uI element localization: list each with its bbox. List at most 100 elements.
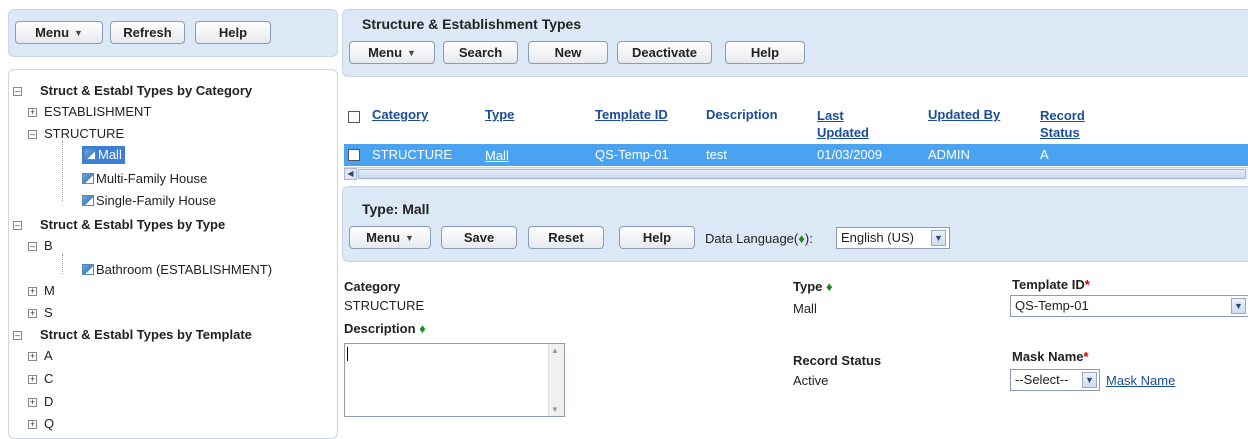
scroll-left-icon[interactable]: ◀ [344, 168, 357, 180]
record-status-value: Active [793, 373, 829, 388]
collapse-icon[interactable]: – [13, 87, 22, 96]
edit-icon [82, 195, 94, 206]
record-status-label: Record Status [793, 353, 882, 368]
chevron-down-icon: ▼ [1231, 298, 1246, 314]
template-id-select[interactable]: QS-Temp-01 ▼ [1010, 295, 1248, 317]
collapse-icon[interactable]: – [13, 331, 22, 340]
detail-toolbar-panel: Type: Mall Menu ▼ Save Reset Help Data La… [342, 186, 1248, 262]
tree-connector [62, 254, 63, 274]
required-asterisk-icon: * [1083, 349, 1089, 364]
scrollbar-thumb[interactable] [358, 169, 1246, 179]
expand-icon[interactable]: + [28, 420, 37, 429]
tree-item-single-family[interactable]: Single-Family House [82, 193, 216, 208]
left-toolbar-panel: Menu ▼ Refresh Help [8, 9, 338, 57]
refresh-button[interactable]: Refresh [110, 21, 185, 44]
scroll-down-icon[interactable]: ▼ [551, 405, 559, 414]
cell-category: STRUCTURE [372, 147, 453, 162]
textarea-scrollbar[interactable]: ▲ ▼ [548, 344, 564, 416]
tree-item-mall-selected[interactable]: Mall [82, 146, 125, 164]
col-header-updated-by[interactable]: Updated By [928, 107, 1000, 122]
col-header-category[interactable]: Category [372, 107, 428, 122]
description-label: Description ♦ [344, 321, 426, 336]
expand-icon[interactable]: + [28, 309, 37, 318]
chevron-down-icon: ▼ [405, 232, 414, 243]
tree-connector [62, 141, 63, 201]
edit-icon [84, 149, 96, 160]
mask-name-link[interactable]: Mask Name [1106, 373, 1175, 388]
save-button[interactable]: Save [441, 226, 517, 249]
required-asterisk-icon: * [1084, 277, 1090, 292]
tree-item-d[interactable]: D [44, 394, 53, 409]
text-cursor [347, 347, 348, 361]
chevron-down-icon: ▼ [74, 27, 83, 38]
search-button[interactable]: Search [443, 41, 518, 64]
cell-record-status: A [1040, 147, 1049, 162]
detail-menu-button[interactable]: Menu ▼ [349, 226, 431, 249]
required-diamond-icon: ♦ [419, 321, 426, 336]
cell-updated-by: ADMIN [928, 147, 970, 162]
description-textarea[interactable]: ▲ ▼ [344, 343, 565, 417]
chevron-down-icon: ▼ [1082, 372, 1097, 388]
col-header-record-status[interactable]: Record Status [1040, 107, 1085, 141]
list-panel-title: Structure & Establishment Types [362, 16, 582, 32]
edit-icon [82, 173, 94, 184]
category-label: Category [344, 279, 401, 294]
table-row[interactable]: STRUCTURE Mall QS-Temp-01 test 01/03/200… [344, 144, 1248, 166]
type-label: Type ♦ [793, 279, 833, 294]
col-header-description[interactable]: Description [706, 107, 778, 122]
cell-last-updated: 01/03/2009 [817, 147, 883, 162]
new-button[interactable]: New [528, 41, 608, 64]
type-value: Mall [793, 301, 817, 316]
chevron-down-icon: ▼ [407, 47, 416, 58]
tree-item-bathroom[interactable]: Bathroom (ESTABLISHMENT) [82, 262, 272, 277]
required-diamond-icon: ♦ [826, 279, 833, 294]
tree-item-establishment[interactable]: ESTABLISHMENT [44, 104, 151, 119]
deactivate-button[interactable]: Deactivate [617, 41, 712, 64]
help-button[interactable]: Help [195, 21, 271, 44]
col-header-last-updated[interactable]: Last Updated [817, 107, 869, 141]
cell-template-id: QS-Temp-01 [595, 147, 669, 162]
collapse-icon[interactable]: – [28, 130, 37, 139]
data-language-select[interactable]: English (US) ▼ [836, 227, 950, 249]
expand-icon[interactable]: + [28, 375, 37, 384]
tree-header-type[interactable]: Struct & Establ Types by Type [40, 217, 225, 232]
tree-item-structure[interactable]: STRUCTURE [44, 126, 124, 141]
mask-name-label: Mask Name* [1012, 349, 1089, 364]
col-header-template-id[interactable]: Template ID [595, 107, 668, 122]
tree-item-b[interactable]: B [44, 238, 53, 253]
detail-help-button[interactable]: Help [619, 226, 695, 249]
collapse-icon[interactable]: – [28, 242, 37, 251]
tree-header-template[interactable]: Struct & Establ Types by Template [40, 327, 252, 342]
detail-panel-title: Type: Mall [362, 201, 430, 217]
tree-item-multi-family[interactable]: Multi-Family House [82, 171, 207, 186]
cell-type-link[interactable]: Mall [485, 148, 509, 163]
row-checkbox[interactable] [348, 149, 360, 161]
chevron-down-icon: ▼ [931, 230, 946, 246]
tree-item-s[interactable]: S [44, 305, 53, 320]
horizontal-scrollbar[interactable]: ◀ [344, 167, 1248, 180]
required-diamond-icon: ♦ [798, 231, 805, 246]
reset-button[interactable]: Reset [528, 226, 604, 249]
menu-button[interactable]: Menu ▼ [15, 21, 103, 44]
cell-description: test [706, 147, 727, 162]
expand-icon[interactable]: + [28, 352, 37, 361]
tree-item-a[interactable]: A [44, 348, 53, 363]
mask-name-select[interactable]: --Select-- ▼ [1010, 369, 1100, 391]
tree-panel [8, 69, 338, 439]
select-all-checkbox[interactable] [348, 111, 360, 123]
expand-icon[interactable]: + [28, 287, 37, 296]
list-menu-button[interactable]: Menu ▼ [349, 41, 435, 64]
collapse-icon[interactable]: – [13, 221, 22, 230]
scroll-up-icon[interactable]: ▲ [551, 346, 559, 355]
expand-icon[interactable]: + [28, 108, 37, 117]
data-language-label: Data Language(♦): [705, 231, 813, 246]
col-header-type[interactable]: Type [485, 107, 514, 122]
tree-header-category[interactable]: Struct & Establ Types by Category [40, 83, 252, 98]
template-id-label: Template ID* [1012, 277, 1090, 292]
list-toolbar-panel: Structure & Establishment Types Menu ▼ Se… [342, 9, 1248, 77]
list-help-button[interactable]: Help [725, 41, 805, 64]
expand-icon[interactable]: + [28, 398, 37, 407]
tree-item-m[interactable]: M [44, 283, 55, 298]
tree-item-c[interactable]: C [44, 371, 53, 386]
category-value: STRUCTURE [344, 298, 425, 313]
